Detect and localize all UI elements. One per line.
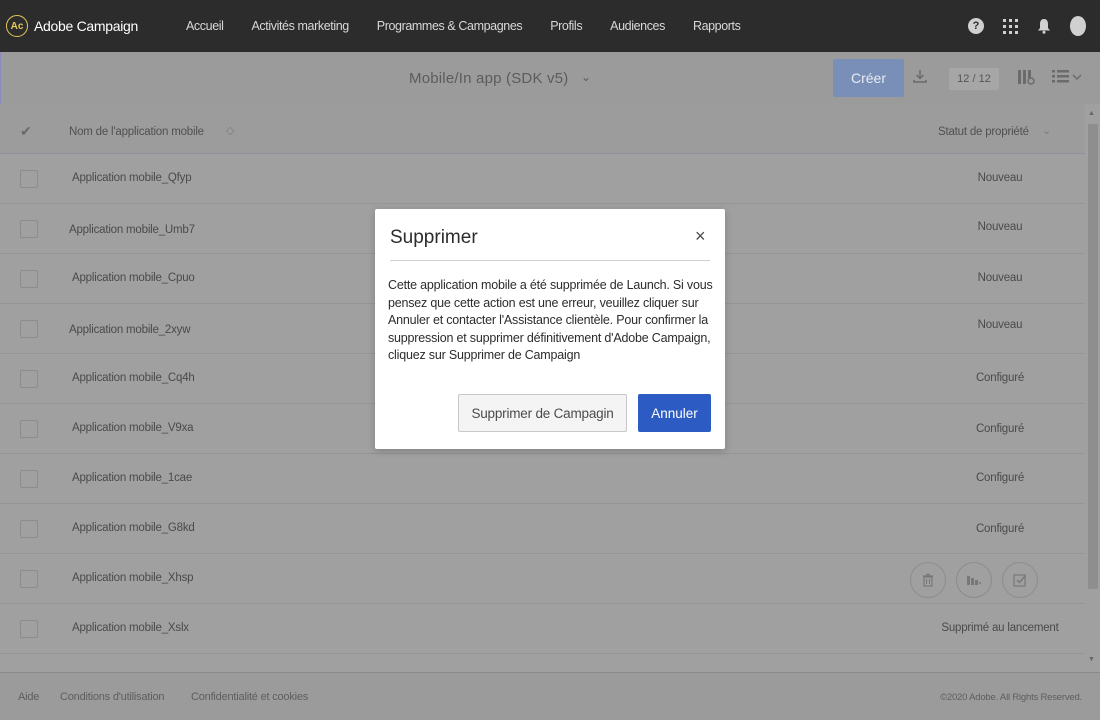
delete-button[interactable]	[910, 562, 946, 598]
dialog-divider	[390, 260, 710, 261]
scroll-thumb[interactable]	[1088, 124, 1098, 589]
row-app-name: Application mobile_Xslx	[72, 622, 189, 634]
row-app-name: Application mobile_Xhsp	[72, 572, 194, 584]
edit-button[interactable]	[1002, 562, 1038, 598]
row-checkbox[interactable]	[20, 170, 38, 188]
nav-item-activites-marketing[interactable]: Activités marketing	[252, 19, 350, 33]
row-checkbox[interactable]	[20, 470, 38, 488]
row-app-name: Application mobile_Cpuo	[72, 272, 195, 284]
report-button[interactable]	[956, 562, 992, 598]
help-icon: ?	[968, 18, 984, 34]
column-header-name[interactable]: Nom de l'application mobile	[69, 126, 204, 138]
nav-item-accueil[interactable]: Accueil	[186, 19, 224, 33]
footer-privacy-link[interactable]: Confidentialité et cookies	[191, 691, 308, 703]
row-status: Configuré	[975, 423, 1025, 435]
list-view-icon[interactable]	[1051, 68, 1083, 89]
scroll-up-icon[interactable]: ▲	[1088, 110, 1095, 117]
main-nav: Accueil Activités marketing Programmes &…	[186, 19, 768, 33]
row-app-name: Application mobile_Qfyp	[72, 172, 192, 184]
scrollbar[interactable]: ▲ ▼	[1085, 104, 1100, 672]
adobe-campaign-logo-icon: Ac	[6, 15, 28, 37]
footer-copyright: ©2020 Adobe. All Rights Reserved.	[940, 692, 1082, 703]
row-status: Nouveau	[977, 272, 1023, 284]
scroll-down-icon[interactable]: ▼	[1088, 656, 1095, 663]
bell-icon	[1038, 19, 1050, 34]
column-settings-icon[interactable]	[1017, 68, 1035, 91]
row-checkbox[interactable]	[20, 270, 38, 288]
row-checkbox[interactable]	[20, 320, 38, 338]
nav-item-programmes-campagnes[interactable]: Programmes & Campagnes	[377, 19, 523, 33]
select-all-checkmark-icon[interactable]: ✔	[20, 123, 32, 140]
nav-item-audiences[interactable]: Audiences	[610, 19, 665, 33]
row-checkbox[interactable]	[20, 620, 38, 638]
column-header-status[interactable]: Statut de propriété	[938, 126, 1029, 138]
report-icon	[967, 576, 982, 585]
delete-dialog: Supprimer × Cette application mobile a é…	[375, 209, 725, 449]
notifications-button[interactable]	[1034, 16, 1054, 36]
row-checkbox[interactable]	[20, 570, 38, 588]
row-checkbox[interactable]	[20, 520, 38, 538]
row-status: Nouveau	[977, 319, 1023, 331]
item-counter: 12 / 12	[949, 68, 999, 90]
edit-checkbox-icon	[1013, 574, 1026, 587]
chevron-down-icon[interactable]: ⌄	[1042, 124, 1051, 137]
cancel-button[interactable]: Annuler	[638, 394, 711, 432]
brand-name: Adobe Campaign	[34, 18, 138, 34]
row-app-name: Application mobile_Cq4h	[72, 372, 195, 384]
table-row[interactable]: Application mobile_1cae Configuré	[0, 454, 1085, 504]
chevron-down-icon[interactable]: ⌄	[581, 70, 591, 84]
row-status: Nouveau	[977, 172, 1023, 184]
row-status: Supprimé au lancement	[941, 622, 1059, 634]
list-toolbar: Mobile/In app (SDK v5) ⌄ Créer 12 / 12	[0, 52, 1100, 104]
row-status: Configuré	[975, 372, 1025, 384]
table-header: ✔ Nom de l'application mobile ◇ Statut d…	[0, 104, 1085, 154]
table-row[interactable]: Application mobile_Qfyp Nouveau	[0, 154, 1085, 204]
delete-from-campaign-button[interactable]: Supprimer de Campagin	[458, 394, 627, 432]
footer-help-link[interactable]: Aide	[18, 691, 39, 703]
dialog-title: Supprimer	[390, 227, 478, 248]
apps-button[interactable]	[1000, 16, 1020, 36]
trash-icon	[923, 573, 933, 587]
row-status: Configuré	[975, 472, 1025, 484]
row-app-name: Application mobile_V9xa	[72, 422, 194, 434]
row-status: Nouveau	[977, 221, 1023, 233]
top-nav-bar: Ac Adobe Campaign Accueil Activités mark…	[0, 0, 1100, 52]
profile-button[interactable]	[1068, 16, 1088, 36]
table-row[interactable]: Application mobile_Xslx Supprimé au lanc…	[0, 604, 1085, 654]
row-checkbox[interactable]	[20, 420, 38, 438]
nav-item-rapports[interactable]: Rapports	[693, 19, 741, 33]
row-app-name: Application mobile_Umb7	[69, 224, 195, 236]
view-title[interactable]: Mobile/In app (SDK v5)	[409, 70, 568, 87]
row-checkbox[interactable]	[20, 220, 38, 238]
avatar	[1070, 16, 1086, 36]
row-app-name: Application mobile_2xyw	[69, 324, 191, 336]
row-actions	[910, 562, 1048, 598]
footer-terms-link[interactable]: Conditions d'utilisation	[60, 691, 165, 703]
table-row[interactable]: Application mobile_Xhsp	[0, 554, 1085, 604]
nav-item-profils[interactable]: Profils	[550, 19, 582, 33]
brand[interactable]: Ac Adobe Campaign	[6, 15, 138, 37]
dialog-message: Cette application mobile a été supprimée…	[388, 278, 713, 362]
apps-grid-icon	[1002, 18, 1018, 34]
create-button[interactable]: Créer	[833, 59, 904, 97]
row-checkbox[interactable]	[20, 370, 38, 388]
sort-icon[interactable]: ◇	[226, 124, 234, 137]
row-status: Configuré	[975, 523, 1025, 535]
footer: Aide Conditions d'utilisation Confidenti…	[0, 672, 1100, 720]
download-icon[interactable]	[912, 68, 928, 89]
close-icon[interactable]: ×	[695, 226, 706, 247]
row-app-name: Application mobile_G8kd	[72, 522, 195, 534]
nav-right-icons: ?	[952, 0, 1088, 52]
help-button[interactable]: ?	[966, 16, 986, 36]
table-row[interactable]: Application mobile_G8kd Configuré	[0, 504, 1085, 554]
row-app-name: Application mobile_1cae	[72, 472, 193, 484]
